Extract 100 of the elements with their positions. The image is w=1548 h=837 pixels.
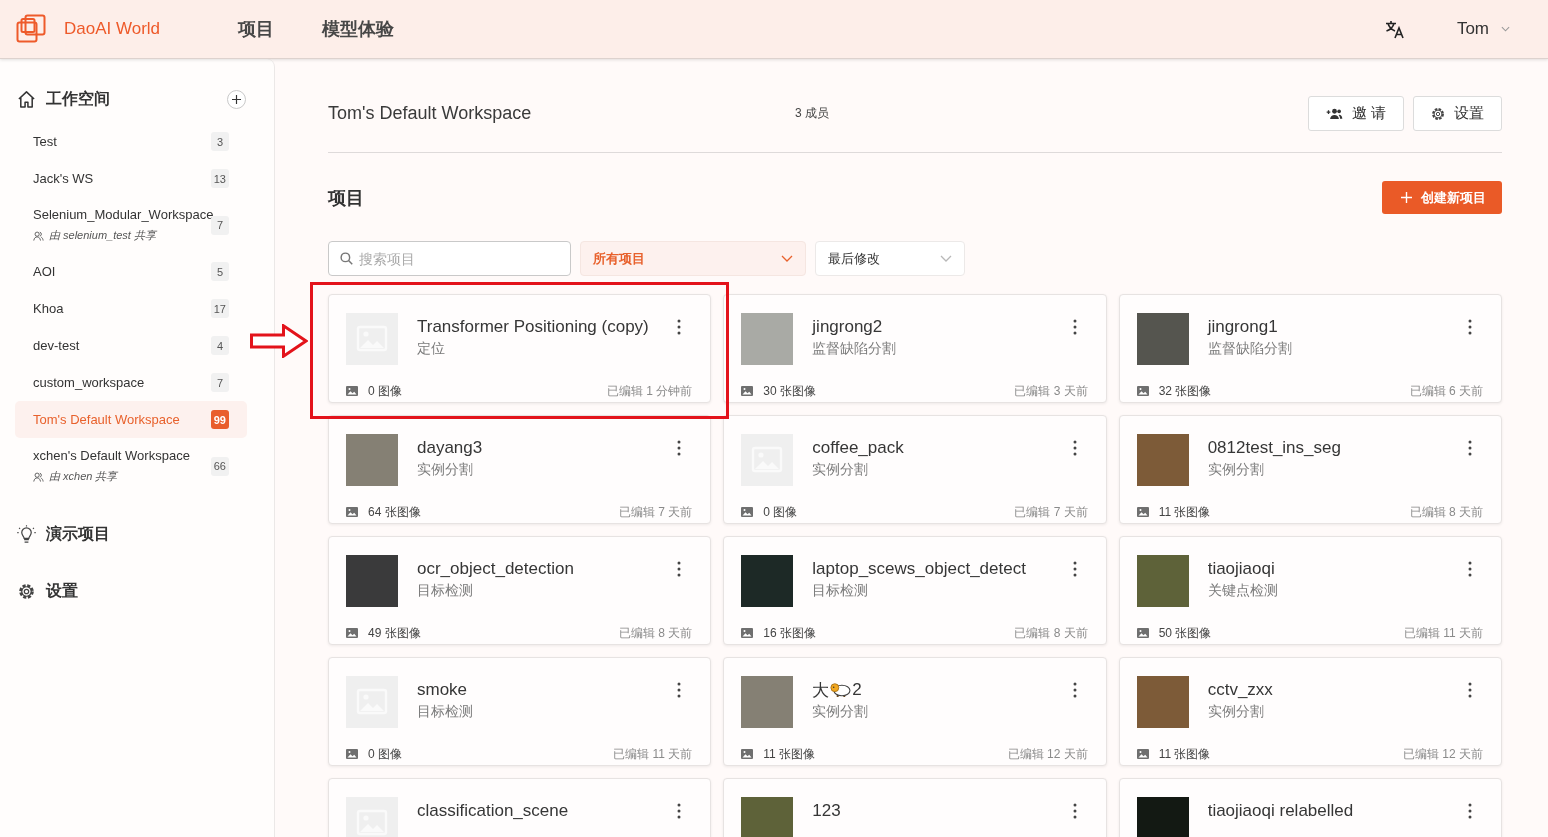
- image-icon: [346, 749, 358, 759]
- workspace-item[interactable]: AOI 5: [15, 253, 247, 290]
- user-menu[interactable]: Tom: [1456, 19, 1510, 39]
- sidebar-link[interactable]: 演示项目: [0, 516, 110, 552]
- gear-icon: [1431, 106, 1445, 121]
- project-type: 目标检测: [417, 582, 473, 600]
- project-card[interactable]: 123: [723, 778, 1107, 837]
- sidebar-link[interactable]: 设置: [0, 573, 78, 609]
- project-card[interactable]: jingrong2 监督缺陷分割 30 张图像 已编辑 3 天前: [723, 294, 1107, 403]
- workspace-item[interactable]: dev-test 4: [15, 327, 247, 364]
- project-title: tiaojiaoqi relabelled: [1207, 801, 1354, 821]
- project-card[interactable]: 0812test_ins_seg 实例分割 11 张图像 已编辑 8 天前: [1118, 415, 1502, 524]
- translate-icon: [1384, 19, 1405, 39]
- image-icon: [741, 628, 754, 638]
- project-type: 监督缺陷分割: [1207, 340, 1292, 358]
- section-title: 项目: [328, 186, 364, 210]
- project-type: 监督缺陷分割: [812, 340, 897, 358]
- shared-by-text: 由 xchen 共享: [49, 469, 118, 484]
- project-card[interactable]: laptop_scews_object_detect 目标检测 16 张图像 已编辑 8 天前: [723, 536, 1107, 645]
- sidebar-heading: 工作空间: [46, 88, 110, 109]
- logo-icon: [16, 14, 46, 44]
- search-field[interactable]: 搜索项目: [328, 241, 571, 276]
- project-title: dayang3: [417, 438, 483, 458]
- project-card[interactable]: dayang3 实例分割 64 张图像 已编辑 7 天前: [328, 415, 712, 524]
- count-badge: 13: [210, 169, 229, 188]
- filter-dropdown[interactable]: 最后修改: [815, 241, 965, 276]
- workspace-item[interactable]: Khoa 17: [15, 290, 247, 327]
- image-count: 0 图像: [368, 382, 402, 400]
- kebab-icon: [1468, 682, 1472, 698]
- kebab-icon: [1072, 319, 1077, 335]
- kebab-icon: [677, 682, 682, 698]
- nav-link[interactable]: 项目: [238, 17, 274, 41]
- nav-link[interactable]: 模型体验: [322, 17, 394, 41]
- image-icon: [741, 507, 754, 517]
- project-type: 定位: [417, 340, 445, 358]
- project-card[interactable]: jingrong1 监督缺陷分割 32 张图像 已编辑 6 天前: [1118, 294, 1502, 403]
- count-badge: 7: [211, 373, 229, 392]
- settings-button[interactable]: 设置: [1413, 96, 1502, 131]
- project-card[interactable]: coffee_pack 实例分割 0 图像 已编辑 7 天前: [723, 415, 1107, 524]
- project-type: 实例分割: [812, 461, 869, 479]
- create-project-button[interactable]: 创建新项目: [1382, 181, 1502, 214]
- edited-time: 已编辑 12 天前: [1403, 745, 1483, 763]
- search-icon: [340, 252, 353, 265]
- project-card[interactable]: tiaojiaoqi 关键点检测 50 张图像 已编辑 11 天前: [1118, 536, 1502, 645]
- people-icon: [33, 230, 44, 241]
- image-count: 32 张图像: [1158, 382, 1212, 400]
- workspace-title: Tom's Default Workspace: [328, 103, 533, 124]
- project-type: 实例分割: [1207, 703, 1264, 721]
- image-count: 11 张图像: [763, 745, 816, 763]
- image-count: 16 张图像: [763, 624, 816, 642]
- edited-time: 已编辑 8 天前: [1409, 503, 1483, 521]
- kebab-icon: [1072, 803, 1077, 819]
- language-button[interactable]: [1384, 19, 1405, 39]
- edited-time: 已编辑 8 天前: [1014, 624, 1088, 642]
- project-type: 实例分割: [417, 461, 473, 479]
- gear-icon: [17, 581, 36, 601]
- workspace-item[interactable]: Selenium_Modular_Workspace 由 selenium_test 共享 7: [15, 197, 247, 253]
- kebab-icon: [1468, 561, 1472, 577]
- chevron-down-icon: [940, 255, 952, 262]
- add-workspace-button[interactable]: [227, 89, 246, 109]
- image-count: 11 张图像: [1158, 745, 1211, 763]
- plus-icon: [232, 94, 241, 104]
- invite-button[interactable]: 邀 请: [1307, 96, 1404, 131]
- project-type: 目标检测: [417, 703, 473, 721]
- count-badge: 7: [211, 215, 229, 235]
- plus-icon: [1401, 192, 1412, 203]
- project-card[interactable]: ocr_object_detection 目标检测 49 张图像 已编辑 8 天前: [328, 536, 712, 645]
- image-icon: [741, 749, 754, 759]
- project-title: 123: [812, 801, 841, 821]
- image-icon: [1136, 507, 1149, 517]
- project-card[interactable]: classification_scene: [328, 778, 712, 837]
- workspace-item[interactable]: Test 3: [15, 123, 247, 160]
- project-type: 实例分割: [812, 703, 869, 721]
- image-icon: [1136, 749, 1149, 759]
- kebab-icon: [1468, 440, 1472, 456]
- kebab-icon: [677, 319, 682, 335]
- image-icon: [346, 386, 358, 396]
- project-title: tiaojiaoqi: [1207, 559, 1275, 579]
- count-badge: 99: [210, 410, 229, 429]
- workspace-item[interactable]: Jack's WS 13: [15, 160, 247, 197]
- project-card[interactable]: smoke 目标检测 0 图像 已编辑 11 天前: [328, 657, 712, 766]
- project-card[interactable]: Transformer Positioning (copy) 定位 0 图像 已编辑 1 分钟前: [328, 294, 712, 403]
- image-icon: [1136, 628, 1149, 638]
- project-card[interactable]: tiaojiaoqi relabelled: [1118, 778, 1502, 837]
- workspace-item[interactable]: custom_workspace 7: [15, 364, 247, 401]
- kebab-icon: [1468, 803, 1472, 819]
- workspace-item[interactable]: xchen's Default Workspace 由 xchen 共享 66: [15, 438, 247, 494]
- project-type: 实例分割: [1207, 461, 1264, 479]
- people-icon: [33, 471, 44, 482]
- chevron-down-icon: [1501, 26, 1510, 32]
- count-badge: 66: [210, 456, 229, 476]
- edited-time: 已编辑 1 分钟前: [607, 382, 693, 400]
- edited-time: 已编辑 12 天前: [1007, 745, 1088, 763]
- edited-time: 已编辑 6 天前: [1409, 382, 1483, 400]
- image-icon: [1136, 386, 1149, 396]
- project-card[interactable]: cctv_zxx 实例分割 11 张图像 已编辑 12 天前: [1118, 657, 1502, 766]
- project-card[interactable]: 大 2 实例分割 11 张图像 已编辑 12 天前: [723, 657, 1107, 766]
- project-title: smoke: [417, 680, 468, 700]
- project-type: 关键点检测: [1207, 582, 1278, 600]
- shared-by-text: 由 selenium_test 共享: [49, 228, 156, 243]
